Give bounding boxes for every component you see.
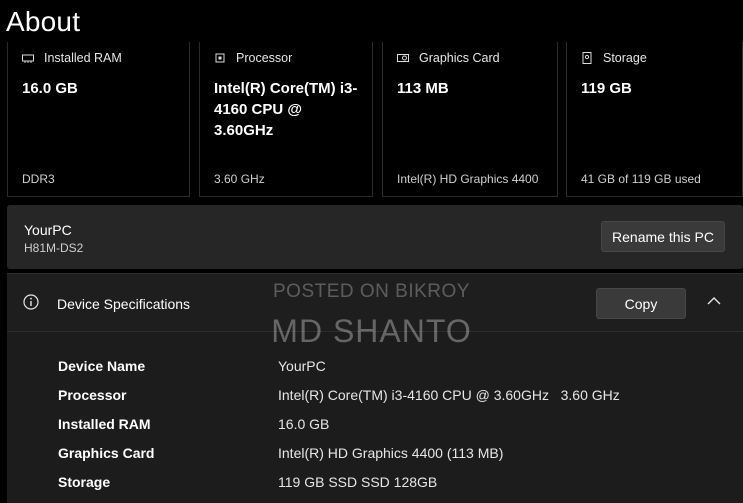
processor-icon	[215, 53, 225, 63]
card-value: 16.0 GB	[22, 80, 78, 97]
card-label: Graphics Card	[419, 51, 500, 65]
section-title: Device Specifications	[57, 296, 191, 312]
card-value: Intel(R) Core(TM) i3-4160 CPU @ 3.60GHz	[214, 80, 358, 139]
card-label: Installed RAM	[44, 51, 122, 65]
device-specifications-header[interactable]: Device Specifications Copy	[7, 274, 743, 332]
pc-name-bar: YourPC H81M-DS2 Rename this PC	[7, 205, 743, 269]
card-label: Storage	[603, 51, 647, 65]
graphics-card-icon	[397, 54, 409, 62]
spec-row-storage: Storage 119 GB SSD SSD 128GB	[7, 468, 743, 497]
spec-key: Graphics Card	[58, 445, 155, 461]
card-storage: Storage 119 GB 41 GB of 119 GB used	[566, 42, 743, 197]
card-label: Processor	[236, 51, 293, 65]
rename-pc-button[interactable]: Rename this PC	[601, 221, 725, 252]
card-processor: Processor Intel(R) Core(TM) i3-4160 CPU …	[199, 42, 373, 197]
pc-model: H81M-DS2	[24, 241, 84, 255]
spec-cards: Installed RAM 16.0 GB DDR3 Processor Int…	[7, 42, 743, 197]
info-icon	[23, 294, 39, 310]
spec-row-installed-ram: Installed RAM 16.0 GB	[7, 410, 743, 439]
spec-value: 16.0 GB	[278, 416, 330, 432]
spec-row-processor: Processor Intel(R) Core(TM) i3-4160 CPU …	[7, 381, 743, 410]
spec-value: YourPC	[278, 358, 326, 374]
chevron-up-icon[interactable]	[705, 294, 723, 308]
card-sub: 3.60 GHz	[214, 172, 265, 186]
spec-key: Device Name	[58, 358, 146, 374]
card-value: 113 MB	[397, 80, 449, 97]
spec-row-graphics-card: Graphics Card Intel(R) HD Graphics 4400 …	[7, 439, 743, 468]
card-sub: DDR3	[22, 172, 55, 186]
card-sub: Intel(R) HD Graphics 4400	[397, 172, 539, 186]
card-sub: 41 GB of 119 GB used	[581, 172, 701, 186]
card-installed-ram: Installed RAM 16.0 GB DDR3	[7, 42, 190, 197]
spec-key: Processor	[58, 387, 127, 403]
spec-key: Storage	[58, 474, 111, 490]
card-value: 119 GB	[581, 80, 632, 97]
spec-key: Installed RAM	[58, 416, 151, 432]
spec-value: Intel(R) HD Graphics 4400 (113 MB)	[278, 445, 504, 461]
card-graphics: Graphics Card 113 MB Intel(R) HD Graphic…	[382, 42, 558, 197]
spec-value: 119 GB SSD SSD 128GB	[278, 474, 438, 490]
ram-icon	[22, 54, 34, 63]
spec-value: Intel(R) Core(TM) i3-4160 CPU @ 3.60GHz …	[278, 387, 620, 403]
copy-button[interactable]: Copy	[596, 288, 686, 319]
pc-name: YourPC	[24, 222, 72, 238]
page-title: About	[6, 6, 81, 37]
storage-icon	[582, 52, 592, 64]
device-specifications-panel: Device Specifications Copy Device Name Y…	[7, 273, 743, 503]
spec-row-device-name: Device Name YourPC	[7, 352, 743, 381]
